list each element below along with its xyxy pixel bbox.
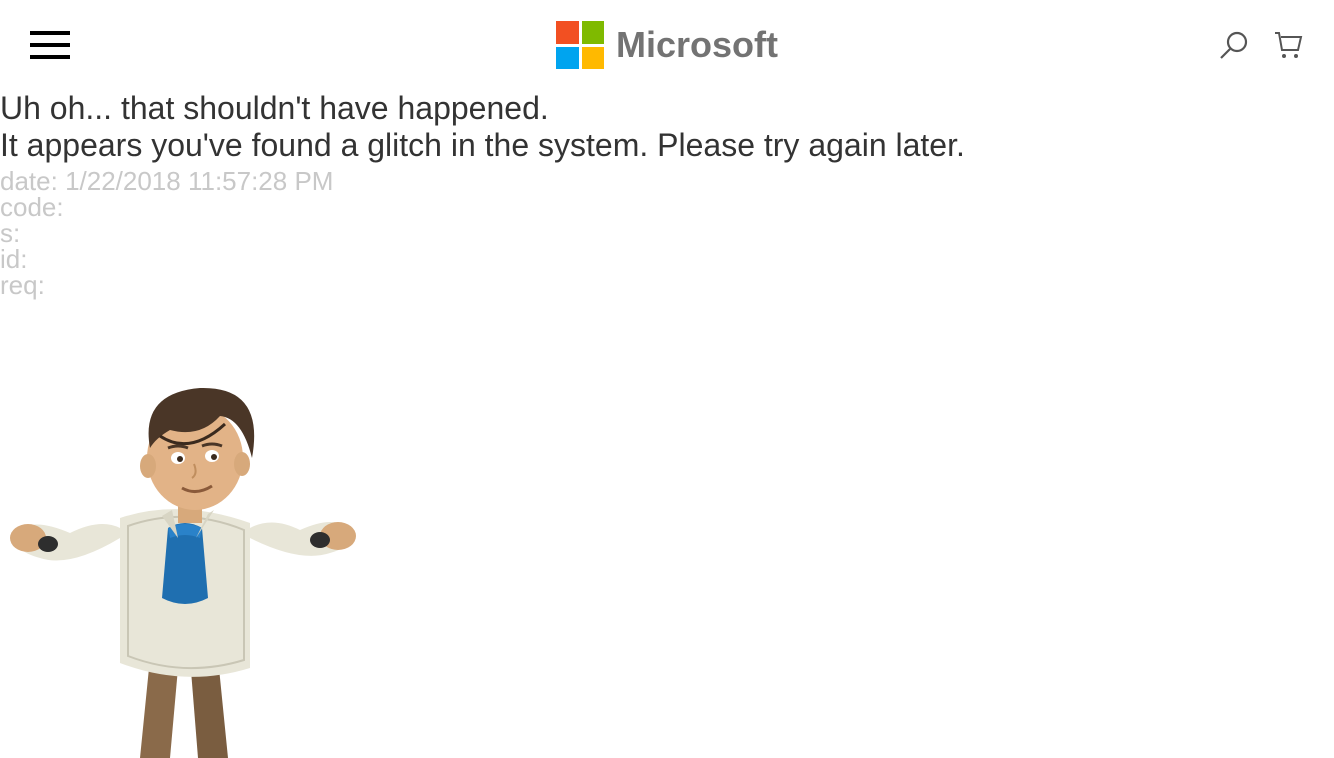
error-date-value: 1/22/2018 11:57:28 PM [65,166,333,196]
hamburger-menu-button[interactable] [30,31,70,59]
error-meta: date: 1/22/2018 11:57:28 PM code: s: id:… [0,168,1334,298]
error-content: Uh oh... that shouldn't have happened. I… [0,90,1334,758]
logo-tile-blue [556,47,579,70]
error-date-row: date: 1/22/2018 11:57:28 PM [0,168,1334,194]
logo-tile-green [582,21,605,44]
error-title: Uh oh... that shouldn't have happened. [0,90,1334,127]
error-req-row: req: [0,272,1334,298]
logo-tile-yellow [582,47,605,70]
error-code-row: code: [0,194,1334,220]
header-actions [1218,29,1304,61]
error-id-row: id: [0,246,1334,272]
brand-name: Microsoft [616,24,778,66]
search-icon[interactable] [1218,29,1250,61]
hamburger-line [30,55,70,59]
cart-icon[interactable] [1272,29,1304,61]
hamburger-line [30,43,70,47]
page-header: Microsoft [0,0,1334,90]
error-req-label: req: [0,270,45,300]
microsoft-logo-icon [556,21,604,69]
hamburger-line [30,31,70,35]
logo-tile-red [556,21,579,44]
error-message: It appears you've found a glitch in the … [0,127,1334,164]
shrugging-avatar-illustration [0,338,360,758]
error-s-row: s: [0,220,1334,246]
brand-logo[interactable]: Microsoft [556,21,778,69]
